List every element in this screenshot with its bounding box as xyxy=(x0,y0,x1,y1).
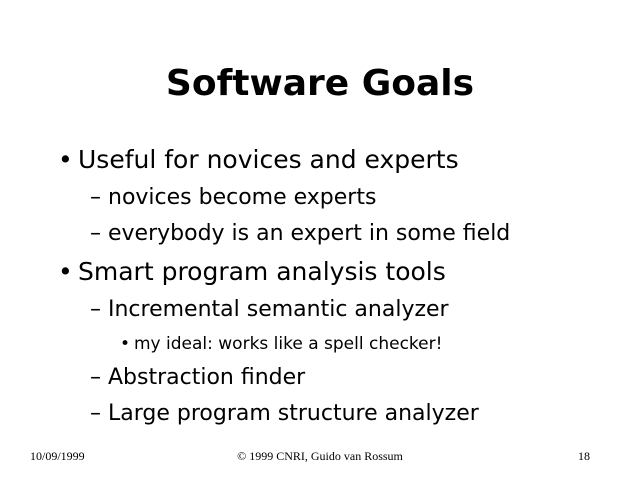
footer-page-number: 18 xyxy=(578,449,590,463)
bullet-marker: • xyxy=(120,334,131,354)
sub-bullet-text: Large program structure analyzer xyxy=(108,401,479,426)
slide: Software Goals • Useful for novices and e… xyxy=(0,0,640,480)
sub-bullet-item: – Abstraction finder xyxy=(90,364,305,392)
dash-marker: – xyxy=(90,185,101,210)
sub-bullet-item: – Large program structure analyzer xyxy=(90,400,479,428)
bullet-marker: • xyxy=(58,145,73,174)
footer-copyright: © 1999 CNRI, Guido van Rossum xyxy=(237,449,403,463)
sub-bullet-text: Abstraction finder xyxy=(108,365,306,390)
sub-bullet-text: everybody is an expert in some field xyxy=(108,221,511,246)
slide-title: Software Goals xyxy=(165,63,475,104)
bullet-marker: • xyxy=(58,257,73,286)
bullet-item: • Smart program analysis tools xyxy=(58,256,446,288)
sub-bullet-item: – everybody is an expert in some field xyxy=(90,220,510,248)
sub-sub-bullet-text: my ideal: works like a spell checker! xyxy=(134,334,443,354)
dash-marker: – xyxy=(90,365,101,390)
dash-marker: – xyxy=(90,297,101,322)
sub-sub-bullet-item: • my ideal: works like a spell checker! xyxy=(120,333,442,355)
bullet-item: • Useful for novices and experts xyxy=(58,144,459,176)
sub-bullet-text: Incremental semantic analyzer xyxy=(108,297,449,322)
bullet-text: Smart program analysis tools xyxy=(78,257,446,286)
sub-bullet-item: – Incremental semantic analyzer xyxy=(90,296,449,324)
sub-bullet-text: novices become experts xyxy=(108,185,377,210)
bullet-text: Useful for novices and experts xyxy=(78,145,459,174)
sub-bullet-item: – novices become experts xyxy=(90,184,376,212)
dash-marker: – xyxy=(90,401,101,426)
dash-marker: – xyxy=(90,221,101,246)
